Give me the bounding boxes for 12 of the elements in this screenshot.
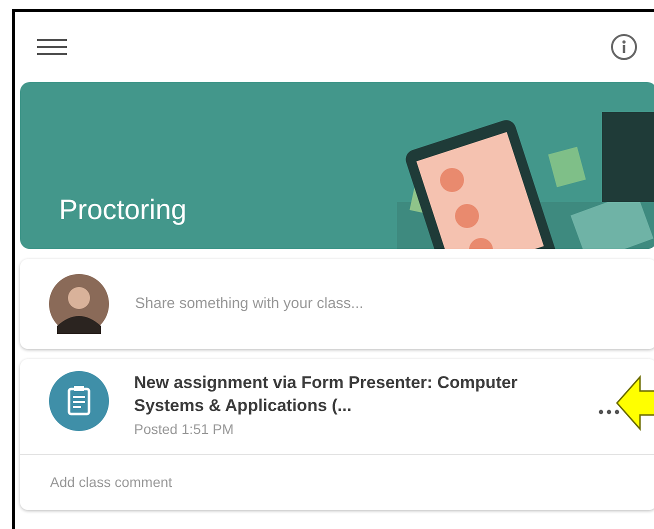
- class-title: Proctoring: [59, 193, 187, 227]
- comment-field[interactable]: Add class comment: [50, 472, 172, 493]
- posted-time: Posted 1:51 PM: [134, 420, 235, 439]
- share-card[interactable]: Share something with your class...: [20, 259, 654, 349]
- share-field[interactable]: Share something with your class...: [135, 292, 364, 316]
- assignment-title[interactable]: New assignment via Form Presenter: Computer Systems & Applications (...: [134, 371, 574, 417]
- more-icon[interactable]: [598, 409, 620, 415]
- info-icon[interactable]: [610, 33, 638, 61]
- avatar: [49, 274, 109, 334]
- assignment-icon: [49, 371, 109, 431]
- menu-icon[interactable]: [37, 39, 67, 55]
- assignment-card[interactable]: New assignment via Form Presenter: Computer Systems & Applications (... Posted 1:51 PM Add class comment: [20, 359, 654, 510]
